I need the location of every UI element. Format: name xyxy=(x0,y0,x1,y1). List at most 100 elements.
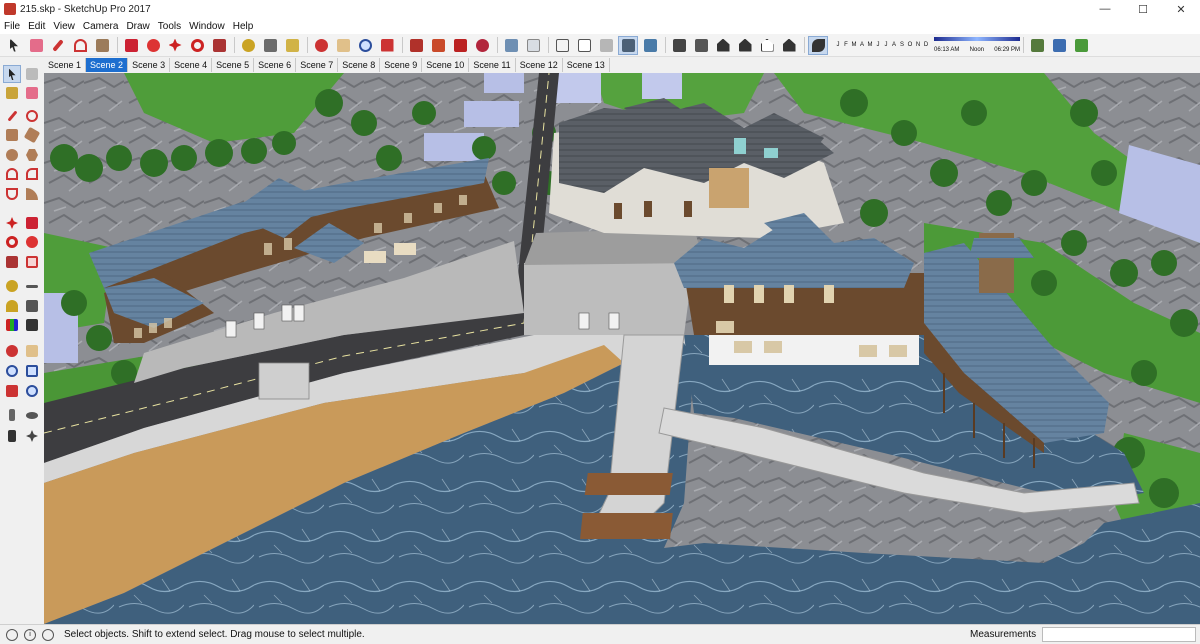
rotate-tool[interactable] xyxy=(3,233,21,251)
move-tool-button[interactable] xyxy=(165,36,185,55)
three-d-text-tool[interactable] xyxy=(23,316,41,334)
menu-tools[interactable]: Tools xyxy=(158,21,181,32)
position-camera-tool[interactable] xyxy=(3,406,21,424)
menu-camera[interactable]: Camera xyxy=(83,21,119,32)
freehand-tool[interactable] xyxy=(23,107,41,125)
left-view-button[interactable] xyxy=(779,36,799,55)
model-viewport[interactable] xyxy=(44,73,1200,624)
zoom-tool[interactable] xyxy=(3,362,21,380)
move-tool[interactable] xyxy=(3,214,21,232)
shadow-month-strip[interactable]: J F M A M J J A S O N D xyxy=(834,42,930,48)
orbit-tool[interactable] xyxy=(3,342,21,360)
tab-scene-12[interactable]: Scene 12 xyxy=(516,58,563,72)
hidden-line-style-button[interactable] xyxy=(574,36,594,55)
month-may[interactable]: M xyxy=(866,42,874,48)
section-plane-button[interactable] xyxy=(1027,36,1047,55)
previous-view-tool[interactable] xyxy=(23,382,41,400)
tab-scene-13[interactable]: Scene 13 xyxy=(563,58,610,72)
right-view-button[interactable] xyxy=(735,36,755,55)
tab-scene-5[interactable]: Scene 5 xyxy=(212,58,255,72)
tab-scene-8[interactable]: Scene 8 xyxy=(338,58,381,72)
tab-scene-7[interactable]: Scene 7 xyxy=(296,58,339,72)
month-jan[interactable]: J xyxy=(834,42,842,48)
month-dec[interactable]: D xyxy=(922,42,930,48)
menu-file[interactable]: File xyxy=(4,21,20,32)
share-model-button[interactable] xyxy=(428,36,448,55)
axes-tool[interactable] xyxy=(3,316,21,334)
push-pull-tool[interactable] xyxy=(23,214,41,232)
month-apr[interactable]: A xyxy=(858,42,866,48)
tab-scene-1[interactable]: Scene 1 xyxy=(44,58,87,72)
tab-scene-2[interactable]: Scene 2 xyxy=(86,58,129,72)
section-plane-tool[interactable] xyxy=(23,427,41,445)
tab-scene-4[interactable]: Scene 4 xyxy=(170,58,213,72)
dimension-tool[interactable] xyxy=(23,277,41,295)
arc-tool-button[interactable] xyxy=(70,36,90,55)
text-tool-button[interactable] xyxy=(260,36,280,55)
menu-edit[interactable]: Edit xyxy=(28,21,45,32)
month-mar[interactable]: M xyxy=(850,42,858,48)
shape-tool-button[interactable] xyxy=(92,36,112,55)
scale-tool[interactable] xyxy=(3,253,21,271)
menu-draw[interactable]: Draw xyxy=(126,21,149,32)
month-jul[interactable]: J xyxy=(882,42,890,48)
zoom-tool-button[interactable] xyxy=(355,36,375,55)
push-pull-button[interactable] xyxy=(121,36,141,55)
tab-scene-10[interactable]: Scene 10 xyxy=(422,58,470,72)
select-tool[interactable] xyxy=(3,65,21,83)
warehouse-button[interactable] xyxy=(406,36,426,55)
line-tool[interactable] xyxy=(3,107,21,125)
month-feb[interactable]: F xyxy=(842,42,850,48)
resort-model-scene[interactable] xyxy=(44,73,1200,624)
pan-tool-button[interactable] xyxy=(333,36,353,55)
month-oct[interactable]: O xyxy=(906,42,914,48)
extension-warehouse-button[interactable] xyxy=(450,36,470,55)
display-section-button[interactable] xyxy=(1049,36,1069,55)
rectangle-tool[interactable] xyxy=(3,126,21,144)
trimble-connect-button[interactable] xyxy=(472,36,492,55)
make-component-tool[interactable] xyxy=(23,65,41,83)
tab-scene-3[interactable]: Scene 3 xyxy=(128,58,171,72)
close-button[interactable]: ✕ xyxy=(1162,0,1200,18)
month-jun[interactable]: J xyxy=(874,42,882,48)
menu-window[interactable]: Window xyxy=(189,21,225,32)
zoom-extents-button[interactable] xyxy=(377,36,397,55)
geo-location-icon[interactable] xyxy=(6,628,18,641)
circle-tool[interactable] xyxy=(3,146,21,164)
pan-tool[interactable] xyxy=(23,342,41,360)
maximize-button[interactable]: ☐ xyxy=(1124,0,1162,18)
polygon-tool[interactable] xyxy=(23,146,41,164)
month-nov[interactable]: N xyxy=(914,42,922,48)
arc-tool[interactable] xyxy=(3,165,21,183)
line-tool-button[interactable] xyxy=(48,36,68,55)
look-around-tool[interactable] xyxy=(23,406,41,424)
iso-view-button[interactable] xyxy=(669,36,689,55)
tape-measure-tool[interactable] xyxy=(3,277,21,295)
time-slider-track[interactable] xyxy=(934,37,1020,41)
month-aug[interactable]: A xyxy=(890,42,898,48)
tape-measure-button[interactable] xyxy=(238,36,258,55)
top-view-button[interactable] xyxy=(691,36,711,55)
text-tool[interactable] xyxy=(23,297,41,315)
walk-tool[interactable] xyxy=(3,427,21,445)
two-point-arc-tool[interactable] xyxy=(23,165,41,183)
menu-help[interactable]: Help xyxy=(233,21,254,32)
zoom-extents-tool[interactable] xyxy=(3,382,21,400)
tab-scene-6[interactable]: Scene 6 xyxy=(254,58,297,72)
show-shadows-button[interactable] xyxy=(808,35,828,55)
rotate-tool-button[interactable] xyxy=(187,36,207,55)
front-view-button[interactable] xyxy=(713,36,733,55)
month-sep[interactable]: S xyxy=(898,42,906,48)
minimize-button[interactable]: — xyxy=(1086,0,1124,18)
follow-me-tool[interactable] xyxy=(23,233,41,251)
back-view-button[interactable] xyxy=(757,36,777,55)
scale-tool-button[interactable] xyxy=(209,36,229,55)
pie-tool[interactable] xyxy=(23,185,41,203)
three-point-arc-tool[interactable] xyxy=(3,185,21,203)
credits-icon[interactable]: i xyxy=(24,628,36,641)
menu-view[interactable]: View xyxy=(53,21,75,32)
user-account-icon[interactable] xyxy=(42,628,54,641)
textured-style-button[interactable] xyxy=(618,35,638,55)
zoom-window-tool[interactable] xyxy=(23,362,41,380)
paint-bucket-button[interactable] xyxy=(282,36,302,55)
